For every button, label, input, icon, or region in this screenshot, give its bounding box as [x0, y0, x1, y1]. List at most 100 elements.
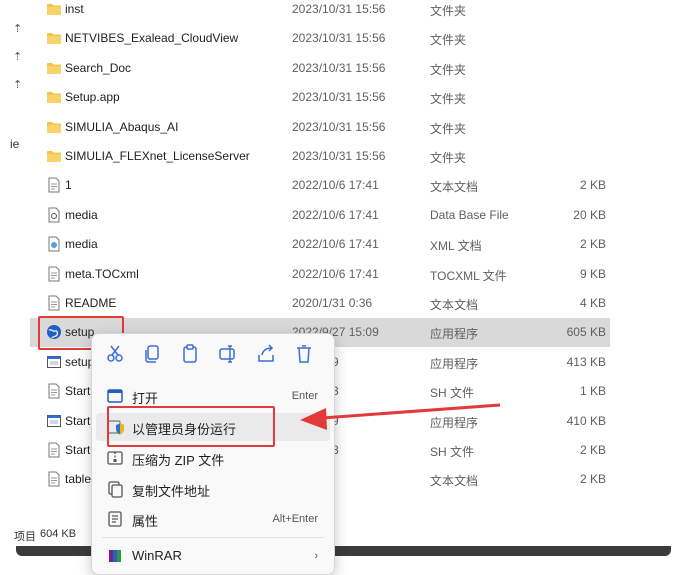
file-row[interactable]: media 2022/10/6 17:41 Data Base File 20 KB: [30, 201, 610, 230]
file-name: Start: [65, 413, 91, 428]
file-type: TOCXML 文件: [430, 268, 507, 283]
file-row[interactable]: NETVIBES_Exalead_CloudView 2023/10/31 15:…: [30, 24, 610, 53]
file-date: 2022/10/6 17:41: [292, 207, 379, 222]
document-icon: [46, 266, 62, 282]
nav-item-label[interactable]: ie: [10, 137, 19, 151]
file-size: 1 KB: [579, 384, 606, 399]
file-size: 2 KB: [579, 237, 606, 252]
file-row[interactable]: meta.TOCxml 2022/10/6 17:41 TOCXML 文件 9 KB: [30, 260, 610, 289]
pin-icon[interactable]: ⇡: [13, 22, 22, 35]
file-size: 2 KB: [579, 178, 606, 193]
file-type: Data Base File: [430, 207, 509, 222]
menu-item-label: 属性: [132, 514, 159, 529]
open-window-icon: [106, 387, 124, 405]
selected-size: 604 KB: [40, 528, 77, 540]
file-date: 2023/10/31 15:56: [292, 119, 386, 134]
document-icon: [46, 383, 62, 399]
file-row[interactable]: README 2020/1/31 0:36 文本文档 4 KB: [30, 289, 610, 318]
file-type: 文本文档: [430, 298, 479, 312]
file-name: Start: [65, 443, 91, 457]
file-type: 文件夹: [430, 4, 467, 18]
file-type: 文件夹: [430, 62, 467, 77]
file-date: 2022/10/6 17:41: [292, 237, 379, 252]
file-name: Start: [65, 384, 91, 399]
cut-icon[interactable]: [104, 343, 126, 365]
file-row[interactable]: Search_Doc 2023/10/31 15:56 文件夹: [30, 54, 610, 83]
file-name: Search_Doc: [65, 60, 132, 75]
file-name: table: [65, 472, 92, 487]
file-name: inst: [65, 2, 84, 16]
document-icon: [46, 471, 62, 487]
copy-path-icon: [106, 480, 124, 498]
file-type: SH 文件: [430, 445, 475, 459]
share-icon[interactable]: [255, 343, 277, 365]
file-type: 应用程序: [430, 415, 479, 430]
file-date: 2022/10/6 17:41: [292, 178, 379, 193]
file-name: setup: [65, 354, 95, 369]
file-row[interactable]: Setup.app 2023/10/31 15:56 文件夹: [30, 83, 610, 112]
file-name: README: [65, 296, 117, 310]
file-size: 605 KB: [566, 325, 606, 340]
file-row[interactable]: 1 2022/10/6 17:41 文本文档 2 KB: [30, 171, 610, 200]
menu-item-label: 复制文件地址: [132, 484, 211, 499]
file-type: 文本文档: [430, 180, 479, 195]
file-type: 应用程序: [430, 327, 479, 342]
copy-icon[interactable]: [141, 343, 163, 365]
file-date: 2023/10/31 15:56: [292, 60, 386, 75]
file-size: 2 KB: [579, 443, 606, 457]
file-name: meta.TOCxml: [65, 266, 139, 281]
file-size: 9 KB: [579, 266, 606, 281]
file-name: media: [65, 237, 98, 252]
context-menu: 打开 Enter 以管理员身份运行 压缩为 ZIP 文件 复制文件地址 属性 A…: [91, 333, 335, 575]
xml-file-icon: [46, 236, 62, 252]
folder-icon: [46, 30, 62, 46]
file-size: 20 KB: [573, 207, 606, 222]
delete-icon[interactable]: [293, 343, 315, 365]
menu-item-label: 打开: [132, 391, 159, 406]
file-size: 413 KB: [566, 354, 606, 369]
file-type: SH 文件: [430, 386, 475, 401]
properties-icon: [106, 510, 124, 528]
file-date: 2020/1/31 0:36: [292, 296, 373, 310]
pin-icon[interactable]: ⇡: [13, 78, 22, 91]
menu-item-label: 压缩为 ZIP 文件: [132, 453, 225, 468]
folder-icon: [46, 60, 62, 76]
file-type: 文本文档: [430, 474, 479, 489]
file-row[interactable]: SIMULIA_FLEXnet_LicenseServer 2023/10/31 …: [30, 142, 610, 171]
submenu-chevron-icon: ›: [314, 550, 318, 562]
menu-item-compress-zip[interactable]: 压缩为 ZIP 文件: [96, 444, 330, 472]
winrar-icon: [106, 547, 124, 565]
file-date: 2023/10/31 15:56: [292, 90, 386, 105]
file-row[interactable]: SIMULIA_Abaqus_AI 2023/10/31 15:56 文件夹: [30, 113, 610, 142]
menu-item-winrar[interactable]: WinRAR ›: [96, 542, 330, 570]
document-icon: [46, 442, 62, 458]
context-toolbar: [92, 334, 334, 374]
document-icon: [46, 295, 62, 311]
file-row[interactable]: media 2022/10/6 17:41 XML 文档 2 KB: [30, 230, 610, 259]
navigation-pane: ⇡ ⇡ ⇡ ie: [0, 0, 30, 545]
folder-icon: [46, 89, 62, 105]
file-date: 2023/10/31 15:56: [292, 2, 386, 16]
rename-icon[interactable]: [217, 343, 239, 365]
file-type: 文件夹: [430, 151, 467, 165]
menu-separator: [102, 537, 324, 538]
zip-icon: [106, 449, 124, 467]
file-name: SIMULIA_FLEXnet_LicenseServer: [65, 149, 250, 163]
menu-item-properties[interactable]: 属性 Alt+Enter: [96, 505, 330, 533]
file-type: 应用程序: [430, 356, 479, 371]
application-icon: [46, 354, 62, 370]
file-type: 文件夹: [430, 33, 467, 48]
folder-icon: [46, 1, 62, 17]
file-size: 2 KB: [579, 472, 606, 487]
file-row[interactable]: inst 2023/10/31 15:56 文件夹: [30, 0, 610, 24]
menu-item-shortcut: Alt+Enter: [272, 513, 318, 525]
file-name: media: [65, 207, 98, 222]
file-name: NETVIBES_Exalead_CloudView: [65, 31, 239, 46]
menu-item-copy-path[interactable]: 复制文件地址: [96, 475, 330, 503]
pin-icon[interactable]: ⇡: [13, 50, 22, 63]
paste-icon[interactable]: [179, 343, 201, 365]
file-type: XML 文档: [430, 239, 482, 254]
file-size: 4 KB: [579, 296, 606, 310]
file-type: 文件夹: [430, 92, 467, 107]
file-name: SIMULIA_Abaqus_AI: [65, 119, 179, 134]
